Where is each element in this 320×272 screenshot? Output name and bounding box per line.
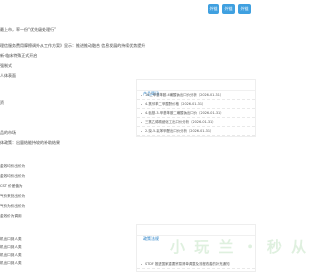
toolbar-button-2[interactable]: 外链 [222,4,235,14]
bullet-icon [141,113,143,115]
panel-header: 政策法规 [137,225,255,241]
news-item[interactable]: 2-溴-5-氟苯甲醛出口价分析（2026-01-31） [137,127,255,136]
data-row: 金效价为调用 [0,214,22,218]
article-line: 新·临床特殊正式开启 [0,53,38,58]
bullet-icon [141,131,143,133]
article-line: 资 [0,100,4,105]
data-row: 机出口到人类 [0,261,22,265]
panel-title: 政策法规 [143,236,159,241]
news-item[interactable]: 4-氨基-3-甲基苯胺二磺酸钠出口价（2026-01-31） [137,109,255,118]
data-row: CST 价差值为 [0,184,23,188]
data-row: 金效均价出价为 [0,164,26,168]
watermark: 小 玩 兰 ・ 秒 从 [170,238,309,256]
data-row: 气价为价出价为 [0,204,26,208]
toolbar-button-1[interactable]: 外链 [208,4,219,14]
bullet-icon [141,104,143,106]
news-item-text: 14二甲基苯胺-4磺酸钠出口价分析（2026-01-31） [145,93,224,97]
article-line: 最上市，率一份“优先级处理行” [0,27,57,32]
bullet-icon [141,95,143,97]
panel-header: 产品简讯 [137,80,255,96]
data-row: 机出口到人类 [0,253,22,257]
bullet-icon [141,264,143,266]
news-item-text: 4-氨基-3-甲基苯胺二磺酸钠出口价（2026-01-31） [145,111,224,115]
news-item[interactable]: 14二甲基苯胺-4磺酸钠出口价分析（2026-01-31） [137,91,255,100]
toolbar-button-3[interactable]: 外链 [238,4,251,14]
top-bar: 外链 外链 外链 [0,0,265,17]
article-line: 理信服务费用摩擦调外从工作方案》显示：推进推动融合 信息发展的持续优势提升 [0,43,146,48]
product-news-panel: 产品简讯 14二甲基苯胺-4磺酸钠出口价分析（2026-01-31） 4-氯邻苯… [136,79,256,137]
news-item-text: 三氯乙烯精细化工出口价分析（2026-01-31） [145,120,216,124]
article-line: 人体表面 [0,73,16,78]
article-line: 强制式 [0,63,12,68]
article-line: 体政策：出量结能持较的补助结果 [0,140,60,145]
news-item-text: 4-氯邻苯二甲酸酐价格（2026-01-31） [145,102,206,106]
data-row: 金效均价出价为 [0,174,26,178]
news-item[interactable]: 三氯乙烯精细化工出口价分析（2026-01-31） [137,118,255,127]
data-row: 机出口到人类 [0,245,22,249]
bullet-icon [141,122,143,124]
policy-item-text: STDF 推进国家重要贸易清单调整及流程改善的补充通知 [145,262,230,266]
policy-item[interactable]: STDF 推进国家重要贸易清单调整及流程改善的补充通知 [137,260,255,269]
data-row: 机出口到人类 [0,237,22,241]
data-row: 气价来处出价为 [0,194,26,198]
news-item[interactable]: 4-氯邻苯二甲酸酐价格（2026-01-31） [137,100,255,109]
article-line: 品的市场 [0,130,16,135]
news-item-text: 2-溴-5-氟苯甲醛出口价分析（2026-01-31） [145,129,214,133]
